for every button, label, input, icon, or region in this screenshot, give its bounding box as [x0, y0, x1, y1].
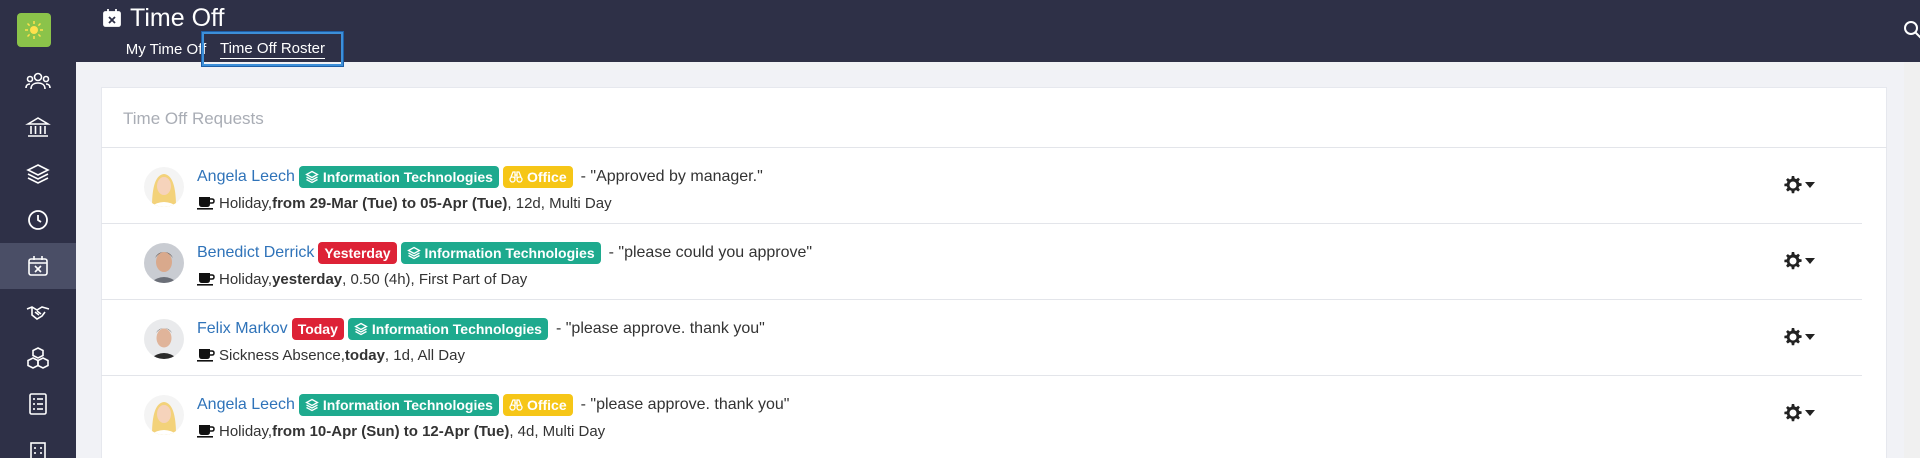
location-badge: Office	[502, 166, 573, 188]
employee-name-link[interactable]: Angela Leech	[197, 396, 295, 414]
department-badge: Information Technologies	[400, 242, 601, 264]
sidebar	[0, 0, 76, 458]
date-badge-label: Yesterday	[324, 245, 391, 261]
absence-dates: from 29-Mar (Tue) to 05-Apr (Tue)	[272, 194, 508, 212]
sidebar-item-layers[interactable]	[0, 151, 76, 197]
request-row: Felix Markov Today Information Technolog…	[101, 300, 1862, 376]
employee-avatar[interactable]	[144, 395, 184, 435]
row-actions-button[interactable]	[1783, 174, 1819, 196]
layers-icon	[354, 322, 368, 336]
caret-down-icon	[1805, 334, 1815, 340]
absence-dates: today	[344, 346, 385, 364]
search-button[interactable]	[1902, 19, 1920, 41]
employee-avatar[interactable]	[144, 243, 184, 283]
absence-type: Holiday,	[219, 270, 273, 288]
sidebar-item-building[interactable]	[0, 427, 76, 458]
coffee-cup-icon	[197, 349, 215, 362]
department-badge-label: Information Technologies	[424, 245, 595, 261]
gear-icon	[1784, 176, 1802, 194]
layers-icon	[305, 170, 319, 184]
gear-icon	[1784, 252, 1802, 270]
request-row: Benedict Derrick Yesterday Information T…	[101, 224, 1862, 300]
sidebar-item-time-off[interactable]	[0, 243, 76, 289]
calendar-x-icon	[103, 9, 121, 27]
section-title: Time Off Requests	[123, 109, 264, 128]
tab-time-off-roster-label: Time Off Roster	[219, 39, 326, 59]
department-badge: Information Technologies	[298, 166, 499, 188]
department-badge: Information Technologies	[298, 394, 499, 416]
coffee-cup-icon	[197, 273, 215, 286]
clock-icon	[28, 210, 48, 230]
coffee-cup-icon	[197, 425, 215, 438]
row-actions-button[interactable]	[1783, 402, 1819, 424]
binoculars-icon	[509, 171, 523, 183]
checklist-icon	[29, 393, 47, 415]
date-badge: Today	[291, 318, 344, 340]
handshake-icon	[26, 306, 50, 320]
absence-detail: , 1d, All Day	[384, 346, 465, 364]
sidebar-item-people[interactable]	[0, 59, 76, 105]
request-note: - "Approved by manager."	[580, 168, 763, 185]
sidebar-item-handshake[interactable]	[0, 289, 76, 335]
sidebar-item-boxes[interactable]	[0, 335, 76, 381]
calendar-x-icon	[28, 256, 48, 276]
caret-down-icon	[1805, 258, 1815, 264]
request-note: - "please approve. thank you"	[580, 396, 790, 413]
caret-down-icon	[1805, 182, 1815, 188]
request-note: - "please could you approve"	[608, 244, 813, 261]
absence-detail: , 0.50 (4h), First Part of Day	[342, 270, 528, 288]
row-actions-button[interactable]	[1783, 326, 1819, 348]
absence-dates: yesterday	[272, 270, 343, 288]
request-row: Angela Leech Information Technologies Of…	[101, 148, 1862, 224]
absence-type: Holiday,	[219, 194, 273, 212]
row-actions-button[interactable]	[1783, 250, 1819, 272]
absence-detail: , 4d, Multi Day	[509, 422, 606, 440]
location-badge-label: Office	[526, 397, 567, 413]
logo-icon[interactable]	[17, 13, 51, 47]
location-badge-label: Office	[526, 169, 567, 185]
absence-type: Sickness Absence,	[219, 346, 345, 364]
absence-dates: from 10-Apr (Sun) to 12-Apr (Tue)	[272, 422, 510, 440]
page-title-text: Time Off	[130, 3, 225, 32]
absence-detail: , 12d, Multi Day	[507, 194, 612, 212]
binoculars-icon	[509, 399, 523, 411]
caret-down-icon	[1805, 410, 1815, 416]
layers-icon	[406, 246, 421, 260]
layers-icon	[26, 164, 50, 184]
boxes-icon	[27, 347, 49, 369]
gear-icon	[1784, 404, 1802, 422]
coffee-cup-icon	[197, 197, 215, 210]
scrollbar[interactable]	[1904, 62, 1920, 458]
employee-avatar[interactable]	[144, 167, 184, 207]
tab-my-time-off-label: My Time Off	[125, 40, 207, 58]
sidebar-item-clock[interactable]	[0, 197, 76, 243]
sidebar-item-bank[interactable]	[0, 105, 76, 151]
bank-icon	[25, 117, 51, 137]
sidebar-item-checklist[interactable]	[0, 381, 76, 427]
department-badge: Information Technologies	[347, 318, 548, 340]
gear-icon	[1784, 328, 1802, 346]
tab-time-off-roster[interactable]: Time Off Roster	[201, 31, 344, 67]
employee-name-link[interactable]: Felix Markov	[197, 320, 288, 338]
top-bar: Time Off My Time Off Time Off Roster	[76, 0, 1920, 67]
date-badge-label: Today	[297, 321, 338, 337]
employee-name-link[interactable]: Benedict Derrick	[197, 244, 314, 262]
request-row: Angela Leech Information Technologies Of…	[101, 376, 1862, 452]
employee-name-link[interactable]: Angela Leech	[197, 168, 295, 186]
page-title: Time Off	[102, 3, 224, 33]
department-badge-label: Information Technologies	[322, 169, 493, 185]
request-note: - "please approve. thank you"	[555, 320, 765, 337]
layers-icon	[305, 398, 319, 412]
search-icon	[1904, 21, 1920, 39]
absence-type: Holiday,	[219, 422, 273, 440]
department-badge-label: Information Technologies	[322, 397, 493, 413]
department-badge-label: Information Technologies	[371, 321, 542, 337]
location-badge: Office	[502, 394, 573, 416]
building-icon	[30, 442, 46, 458]
employee-avatar[interactable]	[144, 319, 184, 359]
people-icon	[25, 72, 51, 90]
date-badge: Yesterday	[318, 242, 397, 264]
